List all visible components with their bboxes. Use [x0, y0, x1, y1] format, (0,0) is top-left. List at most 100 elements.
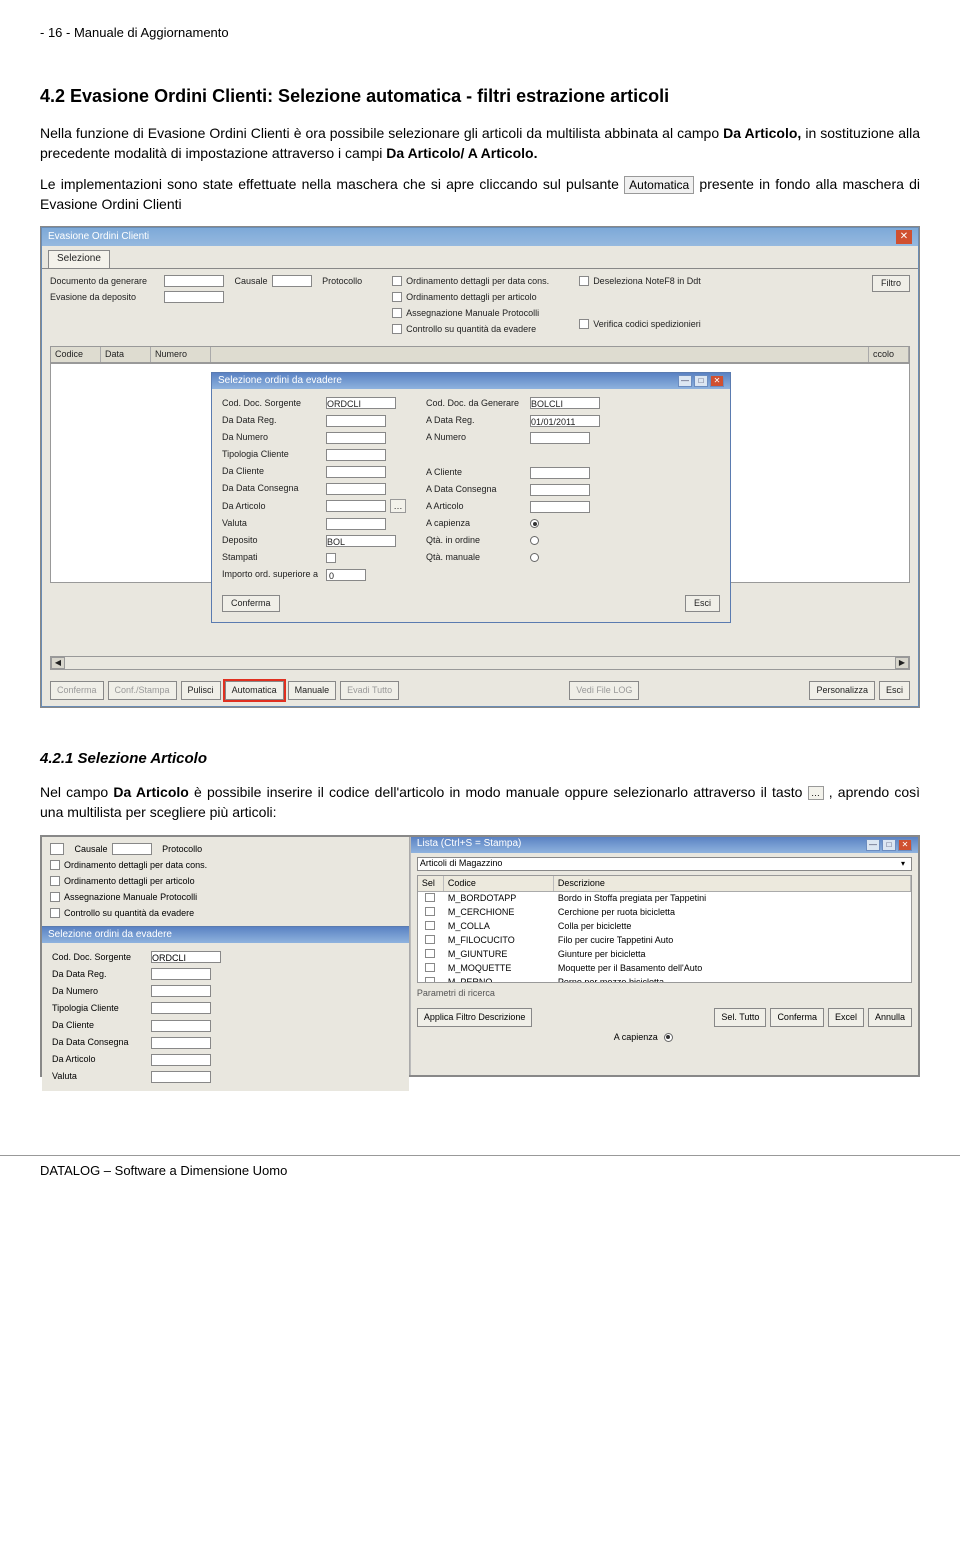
browse-da-articolo-icon[interactable]: … — [390, 499, 406, 513]
lista-conferma-button[interactable]: Conferma — [770, 1008, 824, 1027]
conferma-button[interactable]: Conferma — [50, 681, 104, 700]
input-cod-sorgente[interactable]: ORDCLI — [326, 397, 396, 409]
minimize-icon[interactable]: — — [678, 375, 692, 387]
scroll-right-icon[interactable]: ▶ — [895, 657, 909, 669]
checkbox-stampati[interactable] — [326, 553, 336, 563]
table-row[interactable]: M_COLLAColla per biciclette — [418, 920, 911, 934]
row-checkbox[interactable] — [425, 949, 435, 958]
manuale-button[interactable]: Manuale — [288, 681, 337, 700]
lista-maximize-icon[interactable]: □ — [882, 839, 896, 851]
input-da-data-consegna[interactable] — [326, 483, 386, 495]
radio-acapienza2[interactable] — [664, 1033, 673, 1042]
modal-conferma-button[interactable]: Conferma — [222, 595, 280, 612]
checkbox-controllo-qta[interactable] — [392, 324, 402, 334]
row-checkbox[interactable] — [425, 935, 435, 944]
checkbox-ass-manuale2[interactable] — [50, 892, 60, 902]
input-da-data-reg[interactable] — [326, 415, 386, 427]
label2-da-data-reg: Da Data Reg. — [52, 968, 147, 981]
label-cod-sorgente: Cod. Doc. Sorgente — [222, 397, 322, 410]
radio-qta-manuale[interactable] — [530, 553, 539, 562]
input-causale2[interactable] — [112, 843, 152, 855]
excel-button[interactable]: Excel — [828, 1008, 864, 1027]
input-causale[interactable] — [272, 275, 312, 287]
tab-selezione[interactable]: Selezione — [48, 250, 110, 268]
row-checkbox[interactable] — [425, 921, 435, 930]
input2-cod-sorgente[interactable]: ORDCLI — [151, 951, 221, 963]
input-da-articolo[interactable] — [326, 500, 386, 512]
label-a-articolo: A Articolo — [426, 500, 526, 513]
checkbox-ord-articolo2[interactable] — [50, 876, 60, 886]
pulisci-button[interactable]: Pulisci — [181, 681, 221, 700]
row-checkbox[interactable] — [425, 907, 435, 916]
checkbox-ass-manuale[interactable] — [392, 308, 402, 318]
sel-tutto-button[interactable]: Sel. Tutto — [714, 1008, 766, 1027]
checkbox-ord-data2[interactable] — [50, 860, 60, 870]
input2-da-data-reg[interactable] — [151, 968, 211, 980]
automatica-button[interactable]: Automatica — [225, 681, 284, 700]
input2-tipologia-cliente[interactable] — [151, 1002, 211, 1014]
esci-button[interactable]: Esci — [879, 681, 910, 700]
table-row[interactable]: M_PERNOPerno per mozzo bicicletta — [418, 976, 911, 983]
lista-minimize-icon[interactable]: — — [866, 839, 880, 851]
radio-qta-ordine[interactable] — [530, 536, 539, 545]
table-row[interactable]: M_CERCHIONECerchione per ruota biciclett… — [418, 906, 911, 920]
input2-da-data-consegna[interactable] — [151, 1037, 211, 1049]
modal-esci-button[interactable]: Esci — [685, 595, 720, 612]
annulla-button[interactable]: Annulla — [868, 1008, 912, 1027]
checkbox-ord-articolo[interactable] — [392, 292, 402, 302]
input2-da-cliente[interactable] — [151, 1020, 211, 1032]
row-descrizione: Perno per mozzo bicicletta — [554, 976, 911, 983]
input-doc-generare[interactable] — [164, 275, 224, 287]
table-row[interactable]: M_GIUNTUREGiunture per bicicletta — [418, 948, 911, 962]
input-valuta[interactable] — [326, 518, 386, 530]
table-row[interactable]: M_FILOCUCITOFilo per cucire Tappetini Au… — [418, 934, 911, 948]
input-tipologia-cliente[interactable] — [326, 449, 386, 461]
input-da-cliente[interactable] — [326, 466, 386, 478]
table-row[interactable]: M_MOQUETTEMoquette per il Basamento dell… — [418, 962, 911, 976]
label-da-data-reg: Da Data Reg. — [222, 414, 322, 427]
vedi-file-log-button[interactable]: Vedi File LOG — [569, 681, 639, 700]
lista-close-icon[interactable]: ✕ — [898, 839, 912, 851]
input-a-data-consegna[interactable] — [530, 484, 590, 496]
row-checkbox[interactable] — [425, 963, 435, 972]
combo-articoli[interactable]: Articoli di Magazzino ▾ — [417, 857, 912, 871]
label-ass-manuale: Assegnazione Manuale Protocolli — [406, 307, 539, 320]
maximize-icon[interactable]: □ — [694, 375, 708, 387]
input-a-numero[interactable] — [530, 432, 590, 444]
input-evasione-deposito[interactable] — [164, 291, 224, 303]
table-row[interactable]: M_BORDOTAPPBordo in Stoffa pregiata per … — [418, 892, 911, 906]
input-cod-generare[interactable]: BOLCLI — [530, 397, 600, 409]
label-a-cliente: A Cliente — [426, 466, 526, 479]
input-deposito[interactable]: BOL — [326, 535, 396, 547]
filtro-button[interactable]: Filtro — [872, 275, 910, 292]
conf-stampa-button[interactable]: Conf./Stampa — [108, 681, 177, 700]
row-checkbox[interactable] — [425, 893, 435, 902]
personalizza-button[interactable]: Personalizza — [809, 681, 875, 700]
window-titlebar: Evasione Ordini Clienti ✕ — [42, 228, 918, 246]
input-a-cliente[interactable] — [530, 467, 590, 479]
input-a-data-reg[interactable]: 01/01/2011 — [530, 415, 600, 427]
close-icon[interactable]: ✕ — [896, 230, 912, 244]
p3-a: Nel campo — [40, 784, 113, 800]
applica-filtro-button[interactable]: Applica Filtro Descrizione — [417, 1008, 533, 1027]
radio-a-capienza[interactable] — [530, 519, 539, 528]
checkbox-desel-note[interactable] — [579, 276, 589, 286]
chevron-down-icon[interactable]: ▾ — [897, 858, 909, 870]
checkbox-verifica-sped[interactable] — [579, 319, 589, 329]
modal-close-icon[interactable]: ✕ — [710, 375, 724, 387]
input-importo-sup[interactable]: 0 — [326, 569, 366, 581]
input-a-articolo[interactable] — [530, 501, 590, 513]
scroll-left-icon[interactable]: ◀ — [51, 657, 65, 669]
input-da-numero[interactable] — [326, 432, 386, 444]
row-descrizione: Giunture per bicicletta — [554, 948, 911, 962]
left-input-sq[interactable] — [50, 843, 64, 855]
horizontal-scrollbar[interactable]: ◀ ▶ — [50, 656, 910, 670]
input2-da-articolo[interactable] — [151, 1054, 211, 1066]
input2-valuta[interactable] — [151, 1071, 211, 1083]
evadi-tutto-button[interactable]: Evadi Tutto — [340, 681, 399, 700]
checkbox-ord-data[interactable] — [392, 276, 402, 286]
input2-da-numero[interactable] — [151, 985, 211, 997]
checkbox-controllo-qta2[interactable] — [50, 908, 60, 918]
label-ord-articolo2: Ordinamento dettagli per articolo — [64, 875, 195, 888]
label-qta-ordine: Qtà. in ordine — [426, 534, 526, 547]
